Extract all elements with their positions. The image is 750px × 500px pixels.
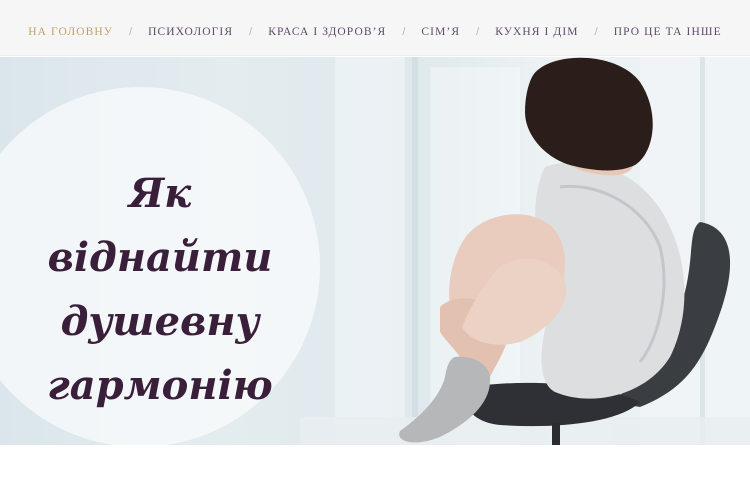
main-navigation: НА ГОЛОВНУ / ПСИХОЛОГІЯ / КРАСА І ЗДОРОВ… (0, 0, 750, 56)
nav-separator: / (594, 25, 598, 38)
nav-item-home[interactable]: НА ГОЛОВНУ (28, 26, 113, 38)
nav-separator: / (249, 25, 253, 38)
nav-item-family[interactable]: СІМ’Я (421, 26, 460, 38)
hero-title-line: душевну (60, 297, 260, 345)
nav-list: НА ГОЛОВНУ / ПСИХОЛОГІЯ / КРАСА І ЗДОРОВ… (28, 18, 721, 38)
hero-banner[interactable]: Як віднайти душевну гармонію (0, 57, 750, 445)
nav-item-psychology[interactable]: ПСИХОЛОГІЯ (148, 26, 233, 38)
nav-separator: / (476, 25, 480, 38)
nav-separator: / (402, 25, 406, 38)
nav-item-beauty-health[interactable]: КРАСА І ЗДОРОВ’Я (268, 26, 386, 38)
hero-title-line: гармонію (47, 361, 273, 409)
hero-title[interactable]: Як віднайти душевну гармонію (0, 162, 320, 418)
nav-separator: / (129, 25, 133, 38)
hero-title-line: віднайти (47, 233, 273, 281)
nav-item-kitchen-home[interactable]: КУХНЯ І ДІМ (495, 26, 578, 38)
page-whitespace (0, 445, 750, 500)
nav-item-other[interactable]: ПРО ЦЕ ТА ІНШЕ (614, 26, 722, 38)
hero-title-line: Як (128, 169, 192, 217)
